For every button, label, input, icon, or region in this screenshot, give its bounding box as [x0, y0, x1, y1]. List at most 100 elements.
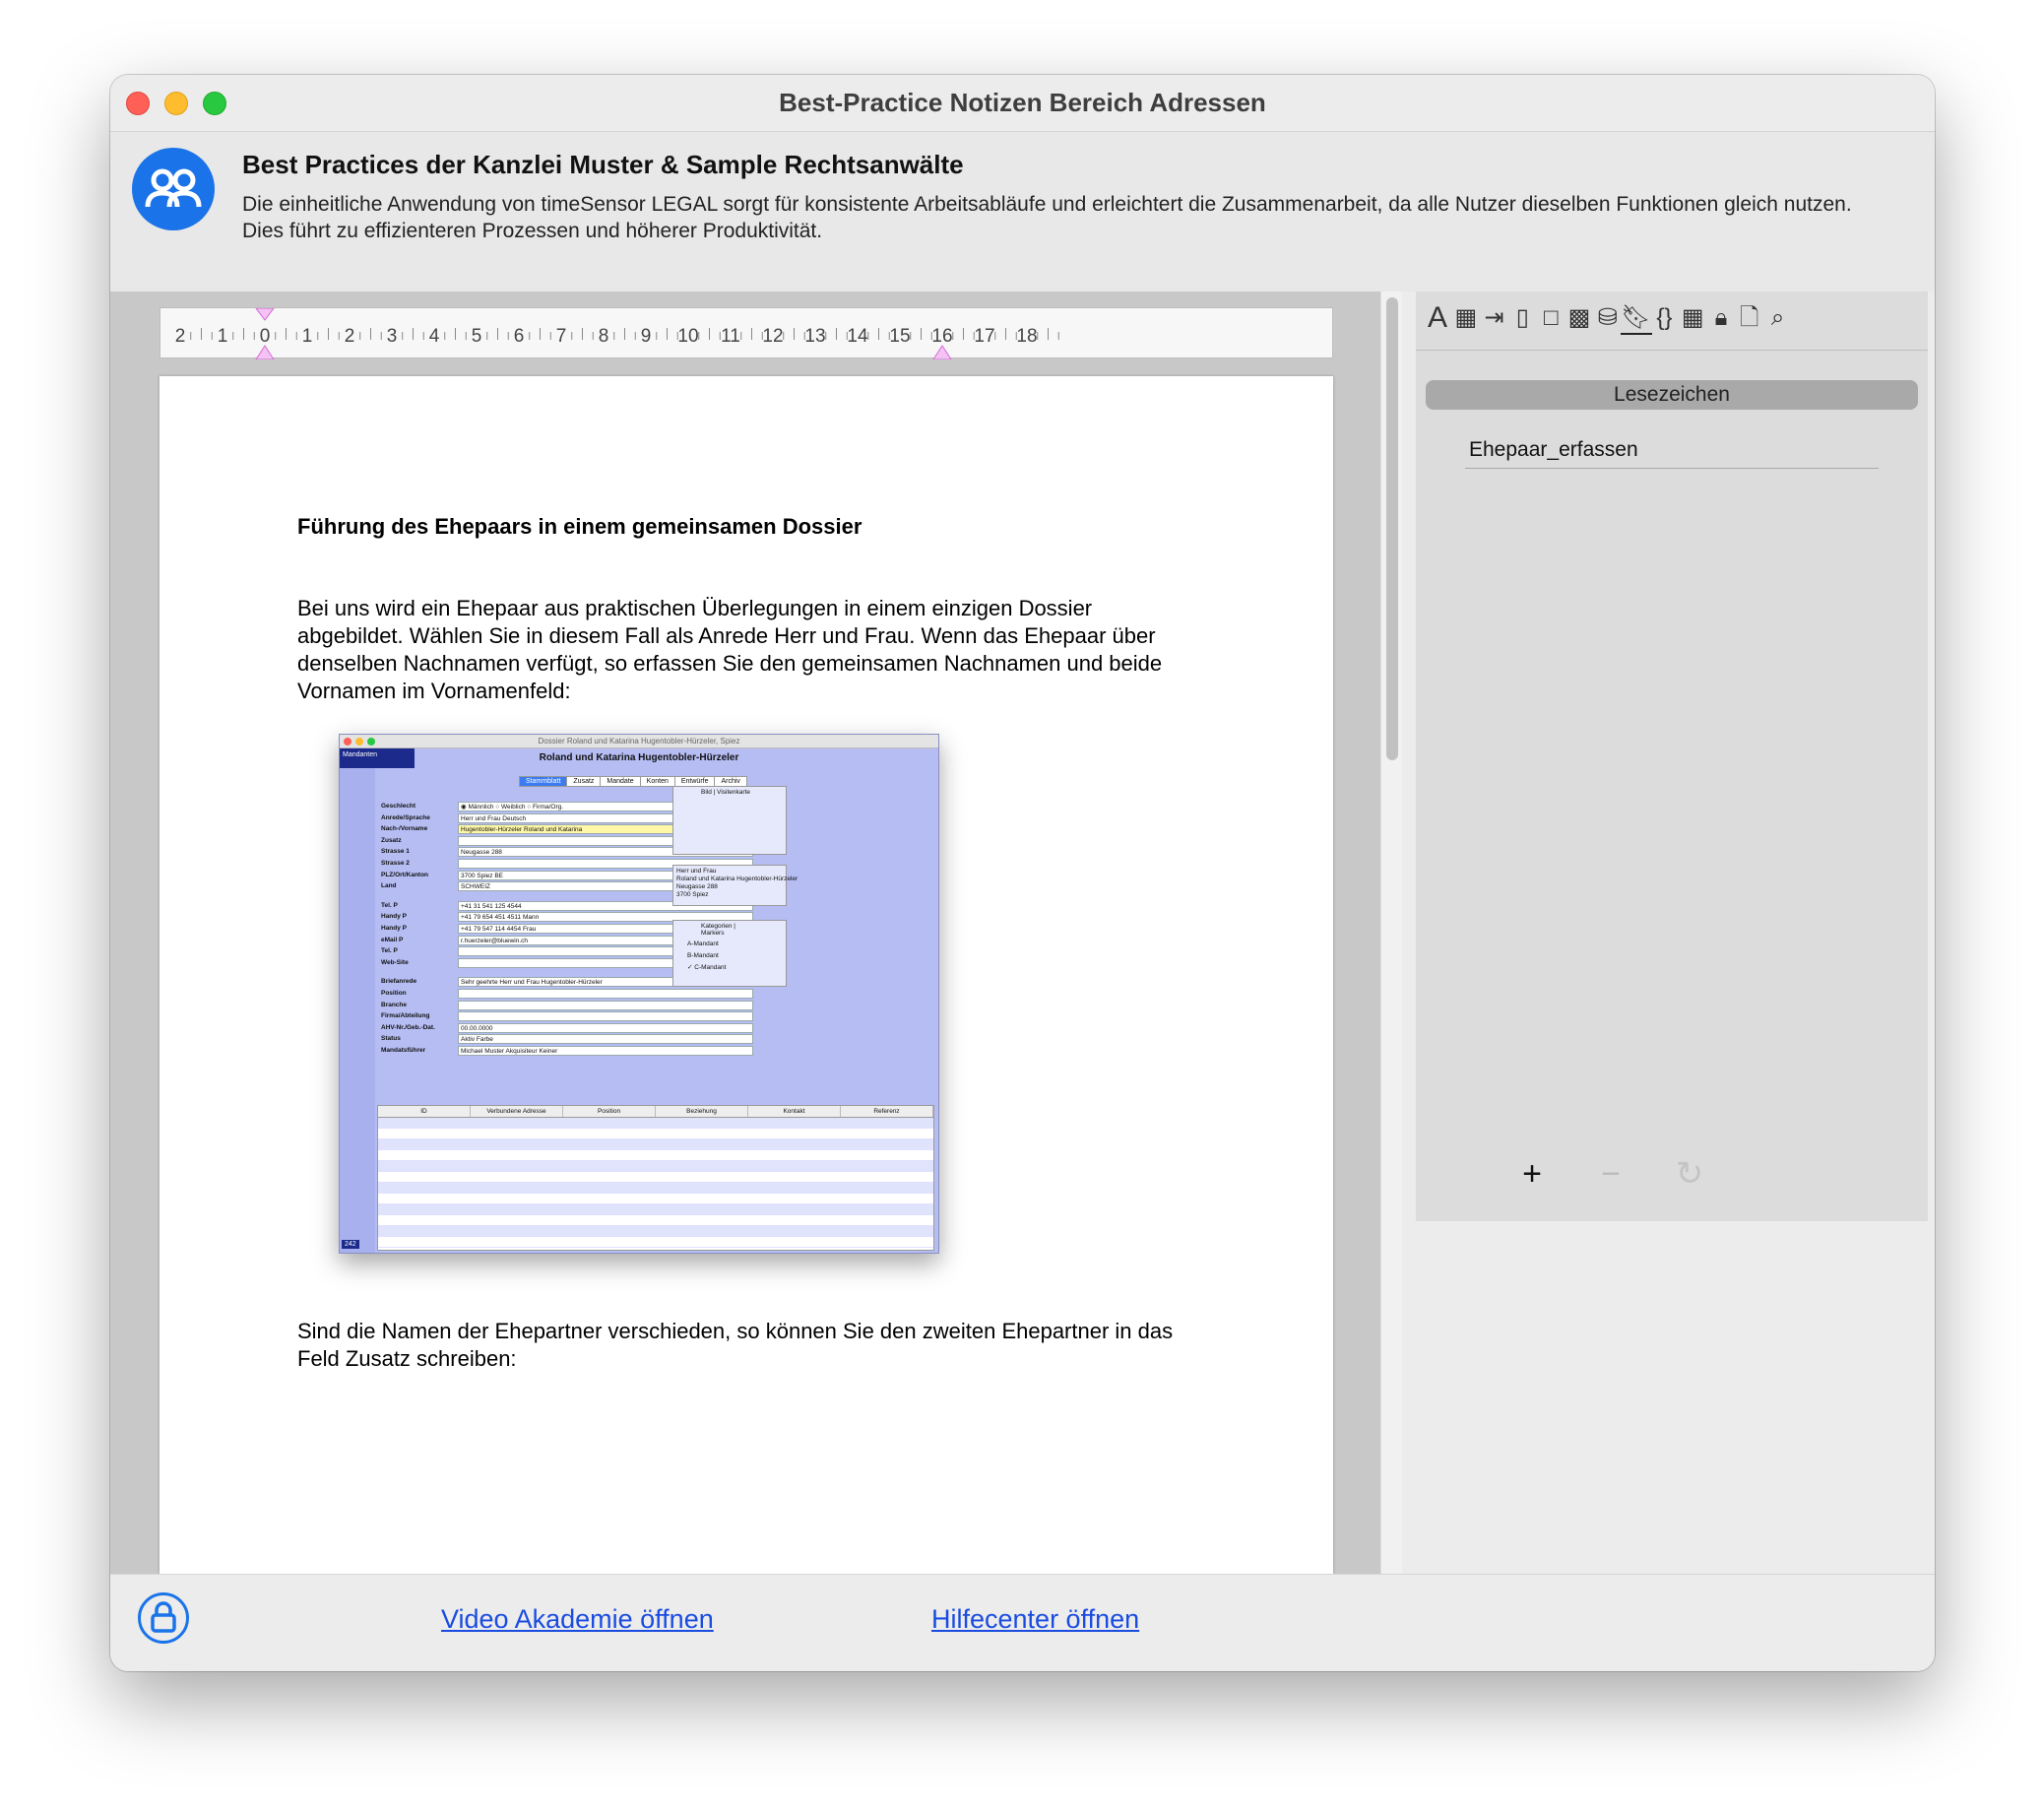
- margin-marker[interactable]: [932, 345, 952, 359]
- bookmarks-header: Lesezeichen: [1426, 380, 1918, 410]
- embedded-field-label: eMail P: [381, 936, 404, 943]
- video-academy-link[interactable]: Video Akademie öffnen: [441, 1604, 714, 1635]
- document-heading: Führung des Ehepaars in einem gemeinsame…: [297, 514, 862, 539]
- ruler-label: 2: [345, 326, 355, 347]
- embedded-field-value: 00.00.0000: [458, 1022, 753, 1033]
- vertical-scrollbar[interactable]: [1380, 292, 1402, 1574]
- footer: Video Akademie öffnen Hilfecenter öffnen: [110, 1574, 1935, 1671]
- inspector-toolbar: A ▦ ⇥ ▯ □ ▩ ⛁ 🔖︎{} ▦ 🔒︎ 🗋 ⌕: [1416, 292, 1928, 351]
- embedded-field-row: Status Aktiv Farbe: [377, 1034, 791, 1046]
- ruler-label: 3: [387, 326, 398, 347]
- embedded-record-name: Roland und Katarina Hugentobler-Hürzeler: [539, 752, 739, 763]
- embedded-field-label: Mandatsführer: [381, 1046, 426, 1054]
- embedded-field-row: Mandatsführer Michael Muster Akquisiteur …: [377, 1045, 791, 1058]
- embedded-category-panel: Kategorien | Markers A-Mandant B-Mandant ✓…: [672, 920, 787, 987]
- header-title: Best Practices der Kanzlei Muster & Samp…: [242, 150, 964, 179]
- embedded-field-label: Strasse 2: [381, 859, 410, 867]
- ruler[interactable]: 2 1 0 1 2 3 4 5 6 7 8 9 10 11 12 13 14 15 16 17 18: [160, 307, 1333, 359]
- app-window: Best-Practice Notizen Bereich Adressen B…: [110, 75, 1935, 1671]
- embedded-category: A-Mandant: [687, 940, 719, 947]
- header-description: Die einheitliche Anwendung von timeSenso…: [242, 193, 1852, 242]
- embedded-tab: Stammblatt: [519, 776, 568, 787]
- bookmark-item[interactable]: Ehepaar_erfassen: [1465, 420, 1879, 469]
- embedded-field-label: Zusatz: [381, 836, 402, 844]
- box-icon[interactable]: □: [1535, 301, 1566, 335]
- title-bar: Best-Practice Notizen Bereich Adressen: [110, 75, 1935, 132]
- scrollbar-thumb[interactable]: [1386, 297, 1398, 760]
- ruler-label: 2: [175, 326, 186, 347]
- remove-bookmark-button[interactable]: −: [1591, 1154, 1630, 1194]
- embedded-grid-row: [378, 1194, 933, 1204]
- embedded-field-label: Briefanrede: [381, 978, 417, 986]
- margin-marker[interactable]: [255, 345, 275, 359]
- embedded-grid-body: [378, 1118, 933, 1248]
- embedded-sidebar: [340, 748, 375, 1253]
- embedded-grid-row: [378, 1118, 933, 1129]
- ruler-label: 15: [889, 326, 910, 347]
- document-editor[interactable]: 2 1 0 1 2 3 4 5 6 7 8 9 10 11 12 13 14 15 16 17 18 Führung d…: [110, 292, 1380, 1574]
- embedded-address-block: Herr und Frau Roland und Katarina Hugent…: [672, 865, 798, 906]
- lock-icon[interactable]: [138, 1592, 189, 1644]
- embedded-grid-row: [378, 1215, 933, 1226]
- pattern-icon[interactable]: ▩: [1564, 301, 1595, 335]
- embedded-category-tabs: Kategorien | Markers: [701, 923, 735, 937]
- tab-icon[interactable]: ⇥: [1479, 301, 1510, 335]
- embedded-grid-header: ID Verbundene Adresse Position Beziehung Kon…: [378, 1106, 933, 1118]
- ruler-label: 5: [472, 326, 482, 347]
- embedded-grid-row: [378, 1139, 933, 1150]
- embedded-field-row: Position: [377, 988, 791, 1001]
- ruler-label: 1: [302, 326, 313, 347]
- database-icon[interactable]: ⛁: [1592, 301, 1624, 335]
- embedded-grid-column: ID: [378, 1106, 471, 1117]
- users-icon: [132, 148, 215, 230]
- ruler-label: 8: [599, 326, 609, 347]
- page-icon[interactable]: 🗋: [1734, 301, 1765, 335]
- embedded-grid-column: Verbundene Adresse: [471, 1106, 563, 1117]
- embedded-field-label: Tel. P: [381, 901, 398, 909]
- ruler-label: 4: [429, 326, 440, 347]
- embedded-field-row: Firma/Abteilung: [377, 1011, 791, 1023]
- embedded-field-value: [458, 1000, 753, 1010]
- embedded-grid-row: [378, 1129, 933, 1139]
- embedded-field-value: [458, 1011, 753, 1022]
- embedded-field-label: Branche: [381, 1001, 408, 1008]
- bookmark-icon[interactable]: 🔖︎: [1620, 301, 1652, 335]
- search-icon[interactable]: ⌕: [1762, 301, 1794, 335]
- font-icon[interactable]: A: [1422, 301, 1453, 335]
- embedded-field-label: PLZ/Ort/Kanton: [381, 871, 429, 878]
- braces-icon[interactable]: {}: [1648, 301, 1680, 335]
- ruler-label: 9: [641, 326, 652, 347]
- embedded-picture-panel: Bild | Visitenkarte: [672, 786, 787, 855]
- ruler-label: 1: [218, 326, 228, 347]
- embedded-footer-number: 242: [342, 1240, 359, 1249]
- lock-icon[interactable]: 🔒︎: [1705, 301, 1737, 335]
- frame-icon[interactable]: ▦: [1450, 301, 1482, 335]
- embedded-field-label: Tel. P: [381, 947, 398, 955]
- embedded-field-label: AHV-Nr./Geb.-Dat.: [381, 1023, 435, 1031]
- help-center-link[interactable]: Hilfecenter öffnen: [931, 1604, 1139, 1635]
- embedded-grid-column: Referenz: [841, 1106, 933, 1117]
- embedded-grid-column: Position: [563, 1106, 656, 1117]
- ruler-label: 12: [762, 326, 783, 347]
- embedded-field-label: Land: [381, 882, 397, 890]
- margin-marker[interactable]: [255, 308, 275, 321]
- embedded-field-label: Nach-/Vorname: [381, 825, 428, 833]
- ruler-label: 0: [260, 326, 271, 347]
- ruler-label: 16: [931, 326, 952, 347]
- embedded-category-list: A-Mandant B-Mandant ✓ C-Mandant: [673, 939, 786, 974]
- ruler-label: 10: [677, 326, 698, 347]
- embedded-grid-column: Beziehung: [656, 1106, 748, 1117]
- embedded-grid-row: [378, 1172, 933, 1183]
- ruler-icon[interactable]: ▯: [1506, 301, 1538, 335]
- embedded-field-label: Web-Site: [381, 958, 409, 966]
- embedded-grid: ID Verbundene Adresse Position Beziehung Kon…: [377, 1105, 934, 1251]
- table-icon[interactable]: ▦: [1677, 301, 1708, 335]
- refresh-icon[interactable]: ↻: [1670, 1154, 1709, 1194]
- header: Best Practices der Kanzlei Muster & Samp…: [110, 132, 1935, 292]
- embedded-category: ✓ C-Mandant: [687, 964, 727, 971]
- document-page[interactable]: Führung des Ehepaars in einem gemeinsame…: [160, 376, 1333, 1574]
- embedded-grid-row: [378, 1161, 933, 1172]
- ruler-label: 11: [721, 326, 740, 347]
- add-bookmark-button[interactable]: +: [1512, 1154, 1552, 1194]
- embedded-grid-row: [378, 1204, 933, 1215]
